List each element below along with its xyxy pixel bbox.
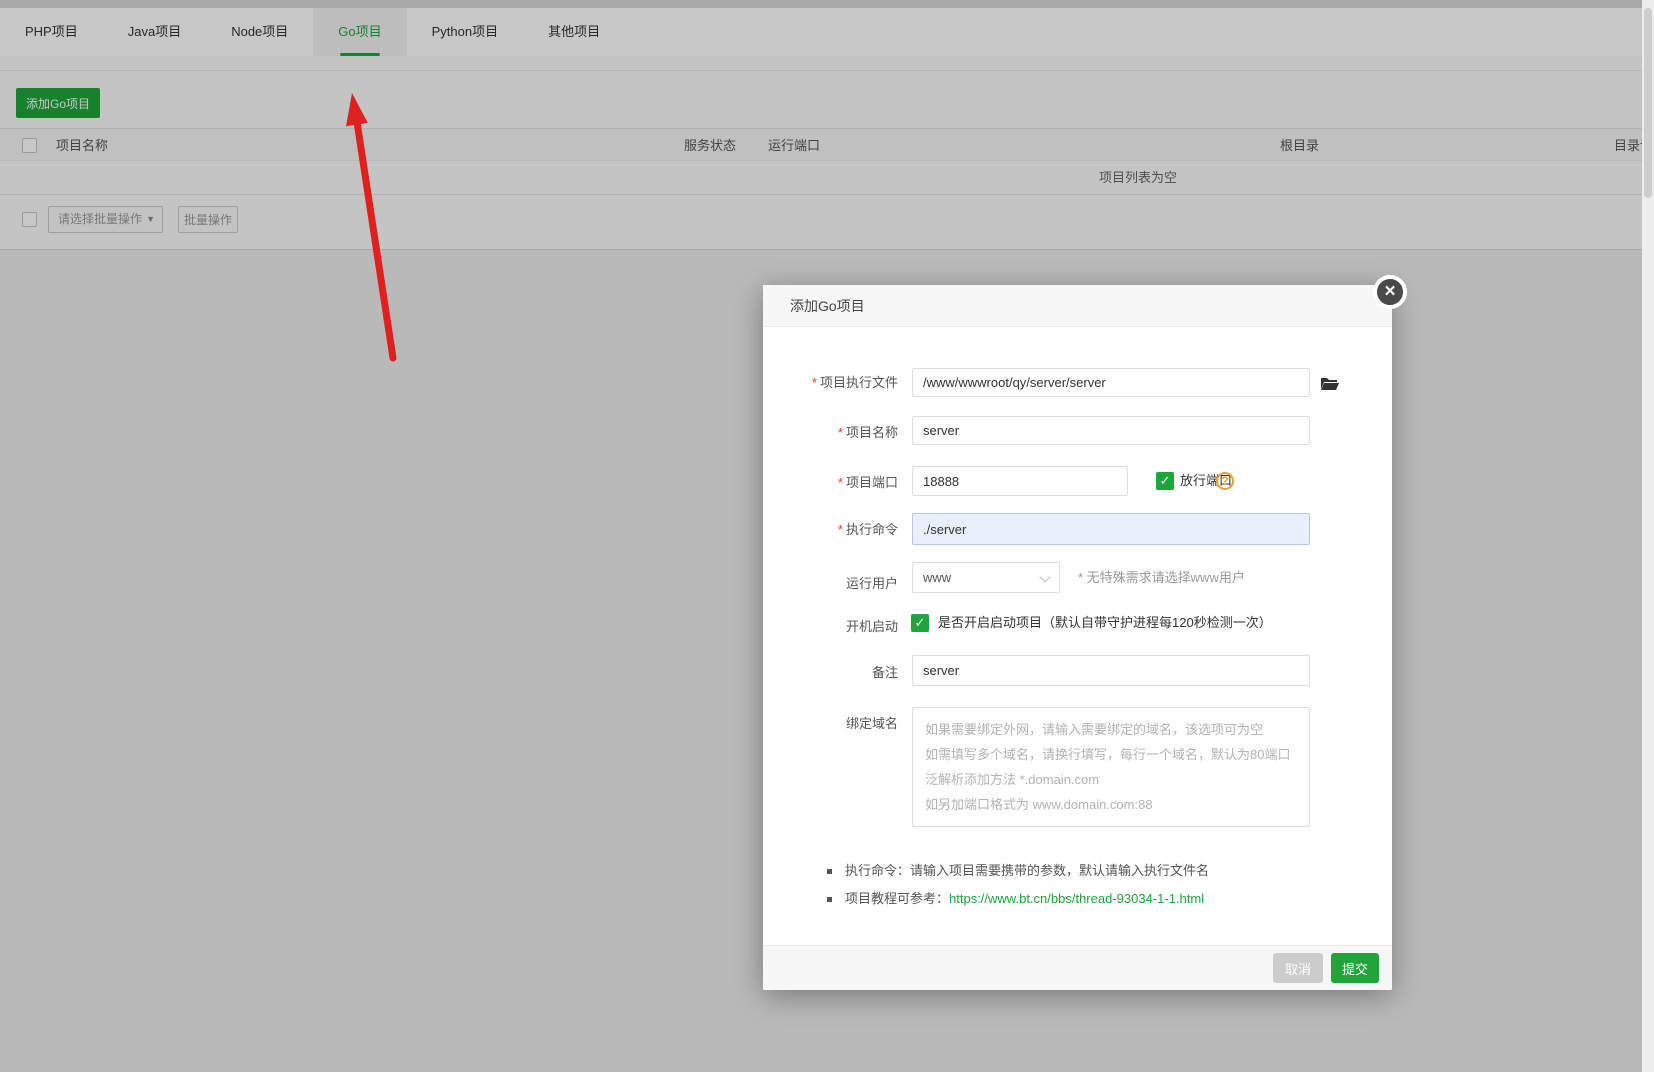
remark-label: 备注 [871, 665, 898, 680]
folder-open-icon[interactable] [1320, 375, 1340, 392]
domain-placeholder-line: 如果需要绑定外网，请输入需要绑定的域名，该选项可为空 [925, 722, 1264, 737]
dialog-footer: 取消 提交 [763, 945, 1392, 990]
note-command: 执行命令：请输入项目需要携带的参数，默认请输入执行文件名 [827, 857, 1209, 885]
run-user-value: www [923, 570, 952, 585]
command-input[interactable] [912, 513, 1310, 545]
cancel-button[interactable]: 取消 [1273, 953, 1323, 983]
port-input[interactable] [912, 466, 1128, 496]
domain-placeholder-line: 如需填写多个域名，请换行填写，每行一个域名，默认为80端口 [925, 747, 1291, 762]
bind-domain-label: 绑定域名 [845, 716, 898, 731]
project-name-input[interactable] [912, 416, 1310, 445]
help-icon[interactable]: ? [1216, 472, 1234, 490]
bullet-icon [827, 897, 832, 902]
port-label: * 项目端口 [837, 475, 898, 490]
domain-placeholder-line: 泛解析添加方法 *.domain.com [925, 772, 1100, 787]
red-arrow-annotation [346, 93, 397, 362]
tutorial-link[interactable]: https://www.bt.cn/bbs/thread-93034-1-1.h… [949, 891, 1204, 906]
domain-placeholder-line: 如另加端口格式为 www.domain.com:88 [925, 797, 1153, 812]
run-user-select[interactable]: www [912, 562, 1060, 593]
run-user-label: 运行用户 [845, 576, 898, 591]
bullet-icon [827, 869, 832, 874]
close-icon[interactable]: × [1373, 275, 1407, 309]
required-mark: * [837, 522, 843, 537]
dialog-header: 添加Go项目 [763, 285, 1392, 327]
vertical-scrollbar [1642, 0, 1654, 1072]
add-go-project-dialog: 添加Go项目 × *项目执行文件 *项目名称 *项目端口 ✓ 放行端口 ? *执… [763, 275, 1407, 990]
submit-button[interactable]: 提交 [1331, 953, 1379, 983]
autostart-checkbox[interactable]: ✓ [911, 614, 929, 632]
scrollbar-thumb[interactable] [1644, 8, 1652, 198]
required-mark: * [837, 475, 843, 490]
dialog-title: 添加Go项目 [790, 298, 865, 314]
remark-input[interactable] [912, 655, 1310, 686]
chevron-down-icon [1039, 571, 1051, 583]
exec-file-input[interactable] [912, 368, 1310, 397]
release-port-checkbox[interactable]: ✓ [1156, 472, 1174, 490]
required-mark: * [811, 375, 817, 390]
bind-domain-textarea[interactable]: 如果需要绑定外网，请输入需要绑定的域名，该选项可为空 如需填写多个域名，请换行填… [912, 707, 1310, 827]
run-user-hint: * 无特殊需求请选择www用户 [1078, 570, 1245, 585]
autostart-text: 是否开启启动项目（默认自带守护进程每120秒检测一次） [938, 615, 1272, 630]
autostart-label: 开机启动 [845, 619, 898, 634]
required-mark: * [837, 425, 843, 440]
note-tutorial: 项目教程可参考：https://www.bt.cn/bbs/thread-930… [827, 885, 1209, 913]
project-name-label: * 项目名称 [837, 425, 898, 440]
command-label: * 执行命令 [837, 522, 898, 537]
dialog-notes: 执行命令：请输入项目需要携带的参数，默认请输入执行文件名 项目教程可参考：htt… [827, 857, 1209, 913]
exec-file-label: * 项目执行文件 [811, 375, 898, 390]
